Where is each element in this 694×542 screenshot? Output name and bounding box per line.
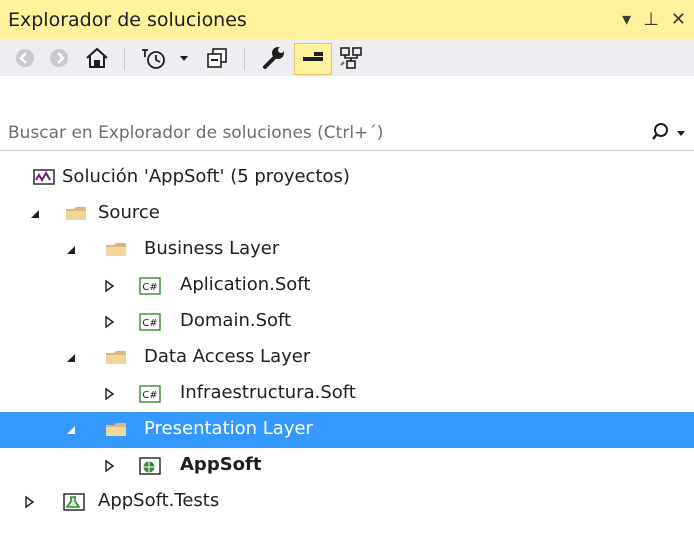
tree-item-label: Aplication.Soft xyxy=(180,274,311,295)
panel-title-bar: Explorador de soluciones ▾ ⊥ ✕ xyxy=(0,0,694,40)
folder-icon xyxy=(104,348,130,368)
tree-item-label: Source xyxy=(98,202,160,223)
folder-icon xyxy=(64,204,90,224)
home-icon[interactable] xyxy=(80,44,114,72)
chevron-down-icon[interactable] xyxy=(676,128,686,138)
preview-selected-items-icon[interactable] xyxy=(294,43,332,75)
tree-item-data-access-layer[interactable]: Data Access Layer xyxy=(0,340,694,376)
search-icon[interactable] xyxy=(650,121,674,145)
svg-text:C#: C# xyxy=(142,282,157,293)
collapsed-arrow-icon[interactable] xyxy=(100,277,118,295)
collapsed-arrow-icon[interactable] xyxy=(100,385,118,403)
tree-item-label: Infraestructura.Soft xyxy=(180,382,356,403)
tree-item-label: AppSoft xyxy=(180,454,262,475)
class-diagram-icon[interactable] xyxy=(334,44,368,72)
solution-explorer-toolbar xyxy=(0,40,694,76)
filter-dropdown-icon[interactable] xyxy=(176,44,192,72)
forward-icon[interactable] xyxy=(44,44,74,72)
tree-item-solution[interactable]: Solución 'AppSoft' (5 proyectos) xyxy=(0,160,694,196)
search-bar xyxy=(0,116,694,151)
toolbar-separator xyxy=(124,48,125,70)
svg-text:C#: C# xyxy=(142,318,157,329)
properties-wrench-icon[interactable] xyxy=(256,44,290,72)
tree-item-infraestructura-soft[interactable]: C# Infraestructura.Soft xyxy=(0,376,694,412)
csharp-project-icon: C# xyxy=(138,276,164,296)
svg-text:C#: C# xyxy=(142,390,157,401)
csharp-project-icon: C# xyxy=(138,312,164,332)
close-icon[interactable]: ✕ xyxy=(671,6,686,34)
tree-item-label: Solución 'AppSoft' (5 proyectos) xyxy=(62,166,350,187)
tree-item-label: Domain.Soft xyxy=(180,310,292,331)
search-input[interactable] xyxy=(6,120,610,146)
solution-icon xyxy=(32,168,58,188)
tree-item-label: Presentation Layer xyxy=(144,418,313,439)
expanded-arrow-icon[interactable] xyxy=(62,421,80,439)
web-project-icon xyxy=(138,456,164,476)
window-position-dropdown-icon[interactable]: ▾ xyxy=(622,6,631,34)
test-project-icon xyxy=(62,492,88,512)
back-icon[interactable] xyxy=(10,44,40,72)
collapsed-arrow-icon[interactable] xyxy=(20,493,38,511)
tree-item-label: Business Layer xyxy=(144,238,280,259)
collapsed-arrow-icon[interactable] xyxy=(100,457,118,475)
csharp-project-icon: C# xyxy=(138,384,164,404)
panel-title: Explorador de soluciones xyxy=(8,9,247,31)
pending-changes-filter-icon[interactable] xyxy=(134,44,174,72)
collapse-all-icon[interactable] xyxy=(200,44,234,72)
tree-item-domain-soft[interactable]: C# Domain.Soft xyxy=(0,304,694,340)
tree-item-label: AppSoft.Tests xyxy=(98,490,220,511)
collapsed-arrow-icon[interactable] xyxy=(100,313,118,331)
tree-item-business-layer[interactable]: Business Layer xyxy=(0,232,694,268)
search-options-button[interactable] xyxy=(650,120,690,146)
folder-icon xyxy=(104,240,130,260)
tree-item-presentation-layer[interactable]: Presentation Layer xyxy=(0,412,694,448)
tree-item-label: Data Access Layer xyxy=(144,346,311,367)
tree-item-source[interactable]: Source xyxy=(0,196,694,232)
folder-icon xyxy=(104,420,130,440)
expanded-arrow-icon[interactable] xyxy=(62,349,80,367)
expanded-arrow-icon[interactable] xyxy=(26,205,44,223)
tree-item-appsoft-tests[interactable]: AppSoft.Tests xyxy=(0,484,694,520)
expanded-arrow-icon[interactable] xyxy=(62,241,80,259)
tree-item-aplication-soft[interactable]: C# Aplication.Soft xyxy=(0,268,694,304)
toolbar-separator xyxy=(244,48,245,70)
pin-icon[interactable]: ⊥ xyxy=(643,6,659,34)
tree-item-appsoft[interactable]: AppSoft xyxy=(0,448,694,484)
